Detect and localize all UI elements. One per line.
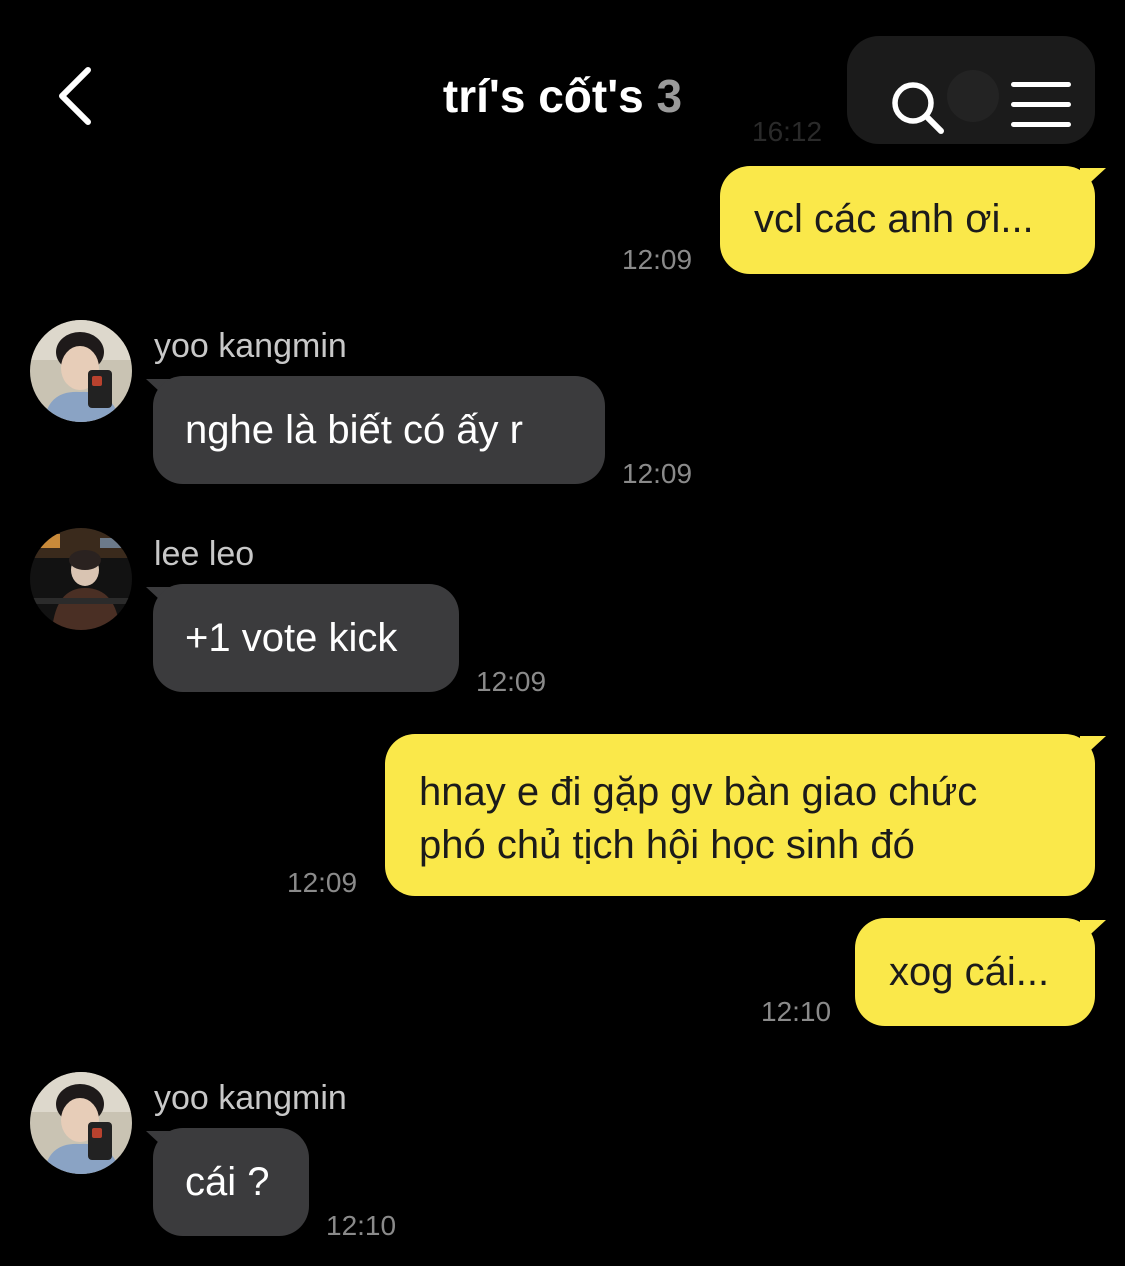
message-time: 12:09: [287, 867, 358, 898]
my-message-bubble[interactable]: vcl các anh ơi...: [720, 166, 1095, 274]
sender-name: yoo kangmin: [154, 327, 347, 365]
message-time: 12:10: [761, 996, 832, 1027]
message-text: nghe là biết có ấy r: [185, 408, 523, 452]
chat-title: trí's cốt's 3: [0, 68, 1125, 124]
message-time: 12:09: [622, 244, 693, 275]
message-text-line: hnay e đi gặp gv bàn giao chức: [419, 770, 978, 814]
search-button[interactable]: [888, 78, 948, 138]
avatar-lee-leo[interactable]: [30, 528, 132, 630]
menu-button[interactable]: [1008, 80, 1074, 130]
message-text: vcl các anh ơi...: [754, 197, 1034, 241]
member-count: 3: [656, 70, 683, 122]
bubble-tail: [1080, 168, 1106, 192]
sender-name: yoo kangmin: [154, 1079, 347, 1117]
avatar-yoo-kangmin[interactable]: [30, 320, 132, 422]
chat-title-text: trí's cốt's: [442, 70, 644, 122]
my-message-bubble[interactable]: hnay e đi gặp gv bàn giao chức phó chủ t…: [385, 734, 1095, 896]
my-message-bubble[interactable]: xog cái...: [855, 918, 1095, 1026]
message-time: 12:09: [476, 666, 547, 697]
their-message-bubble[interactable]: +1 vote kick: [153, 584, 459, 692]
message-text: cái ?: [185, 1160, 270, 1204]
message-time: 12:09: [622, 458, 693, 489]
search-icon: [892, 82, 944, 134]
sender-name: lee leo: [154, 535, 255, 573]
bubble-tail: [1080, 736, 1106, 760]
bubble-tail: [1080, 920, 1106, 944]
avatar-yoo-kangmin[interactable]: [30, 1072, 132, 1174]
message-text: +1 vote kick: [185, 616, 398, 660]
their-message-bubble[interactable]: cái ?: [153, 1128, 309, 1236]
message-text: xog cái...: [889, 950, 1050, 994]
message-text-line: phó chủ tịch hội học sinh đó: [419, 823, 915, 867]
message-time: 12:10: [326, 1210, 397, 1241]
their-message-bubble[interactable]: nghe là biết có ấy r: [153, 376, 605, 484]
